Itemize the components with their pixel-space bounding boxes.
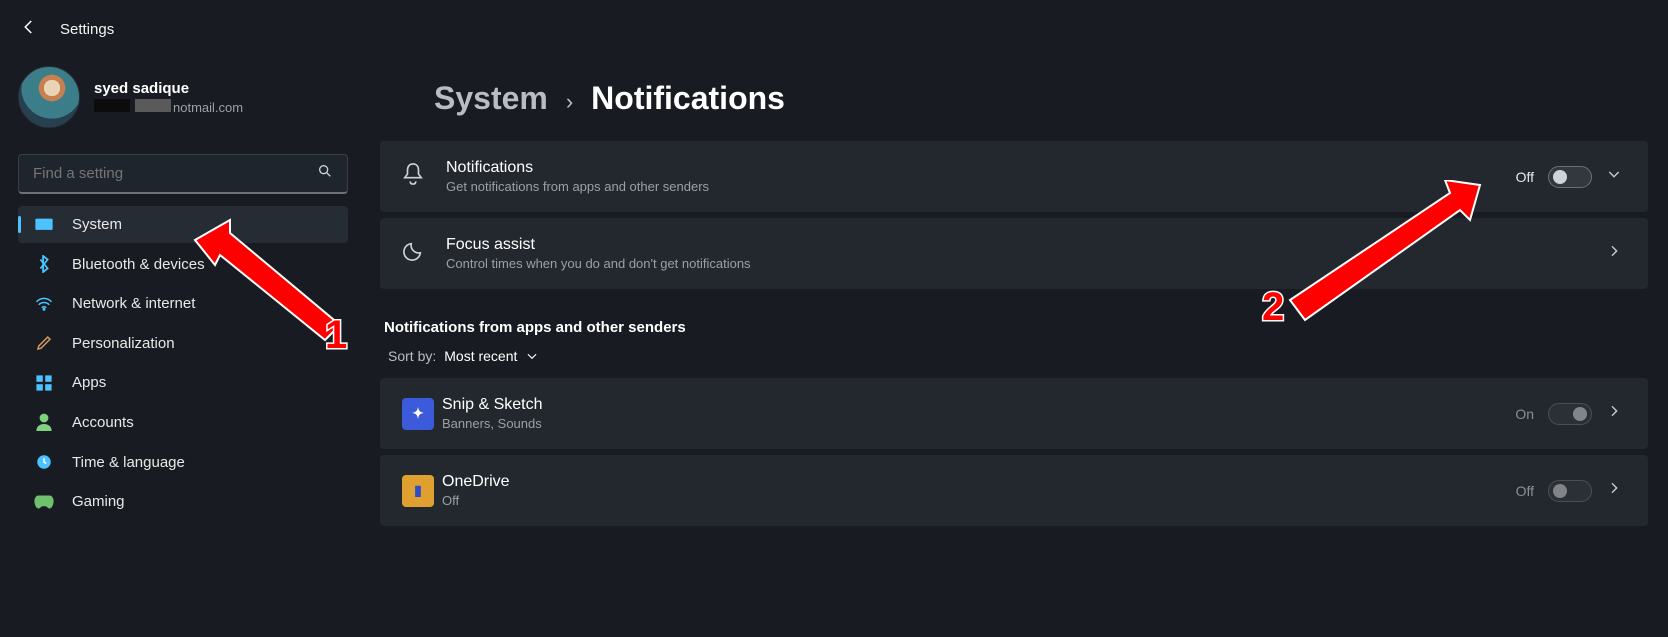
sidebar-item-label: System bbox=[72, 216, 122, 233]
sort-dropdown[interactable]: Most recent bbox=[444, 348, 539, 364]
sidebar-item-apps[interactable]: Apps bbox=[18, 364, 348, 401]
app-sub: Banners, Sounds bbox=[442, 416, 1515, 431]
app-name: OneDrive bbox=[442, 473, 1516, 491]
clock-icon bbox=[34, 453, 54, 471]
sidebar-item-personalization[interactable]: Personalization bbox=[18, 324, 348, 362]
profile-email: notmail.com bbox=[94, 99, 243, 115]
focus-assist-card[interactable]: Focus assist Control times when you do a… bbox=[380, 218, 1648, 289]
brush-icon bbox=[34, 334, 54, 352]
bell-icon bbox=[402, 162, 438, 191]
sidebar-item-bluetooth[interactable]: Bluetooth & devices bbox=[18, 245, 348, 283]
chevron-right-icon[interactable] bbox=[1606, 243, 1626, 264]
sidebar-item-label: Apps bbox=[72, 374, 106, 391]
profile-name: syed sadique bbox=[94, 80, 243, 97]
card-title: Notifications bbox=[446, 159, 1516, 177]
toggle-state-label: On bbox=[1515, 406, 1534, 422]
annotation-number-2: 2 bbox=[1262, 285, 1284, 330]
app-row-onedrive[interactable]: ▮ OneDrive Off Off bbox=[380, 455, 1648, 526]
sidebar-item-label: Bluetooth & devices bbox=[72, 256, 205, 273]
sidebar-item-time[interactable]: Time & language bbox=[18, 443, 348, 481]
bluetooth-icon bbox=[34, 255, 54, 273]
breadcrumb: System › Notifications bbox=[434, 80, 1648, 117]
breadcrumb-parent[interactable]: System bbox=[434, 80, 548, 117]
apps-icon bbox=[34, 375, 54, 391]
sidebar-item-gaming[interactable]: Gaming bbox=[18, 483, 348, 520]
app-title: Settings bbox=[60, 21, 114, 38]
sidebar-item-label: Accounts bbox=[72, 414, 134, 431]
chevron-down-icon[interactable] bbox=[1606, 166, 1626, 187]
sort-row[interactable]: Sort by: Most recent bbox=[388, 348, 1648, 364]
app-sub: Off bbox=[442, 493, 1516, 508]
person-icon bbox=[34, 413, 54, 431]
toggle-state-label: Off bbox=[1516, 169, 1534, 185]
sidebar-item-system[interactable]: System bbox=[18, 206, 348, 243]
sidebar-nav: System Bluetooth & devices Network & int… bbox=[18, 206, 348, 520]
sidebar-item-label: Time & language bbox=[72, 454, 185, 471]
annotation-number-1: 1 bbox=[325, 313, 347, 358]
search-input-wrap[interactable] bbox=[18, 154, 348, 194]
notifications-card[interactable]: Notifications Get notifications from app… bbox=[380, 141, 1648, 212]
sidebar-item-accounts[interactable]: Accounts bbox=[18, 403, 348, 441]
sidebar-item-label: Personalization bbox=[72, 335, 175, 352]
chevron-right-icon[interactable] bbox=[1606, 403, 1626, 424]
app-toggle[interactable] bbox=[1548, 480, 1592, 502]
chevron-right-icon[interactable] bbox=[1606, 480, 1626, 501]
back-button[interactable] bbox=[20, 18, 38, 41]
sort-label: Sort by: bbox=[388, 348, 436, 364]
section-heading: Notifications from apps and other sender… bbox=[384, 319, 1648, 336]
snip-sketch-icon: ✦ bbox=[402, 398, 434, 430]
system-icon bbox=[34, 218, 54, 232]
onedrive-icon: ▮ bbox=[402, 475, 434, 507]
toggle-state-label: Off bbox=[1516, 483, 1534, 499]
wifi-icon bbox=[34, 297, 54, 311]
moon-icon bbox=[402, 240, 438, 267]
card-title: Focus assist bbox=[446, 236, 1606, 254]
app-row-snip[interactable]: ✦ Snip & Sketch Banners, Sounds On bbox=[380, 378, 1648, 449]
notifications-toggle[interactable] bbox=[1548, 166, 1592, 188]
sidebar-item-network[interactable]: Network & internet bbox=[18, 285, 348, 322]
chevron-right-icon: › bbox=[566, 89, 573, 115]
app-toggle[interactable] bbox=[1548, 403, 1592, 425]
card-subtitle: Get notifications from apps and other se… bbox=[446, 179, 1516, 194]
search-input[interactable] bbox=[33, 165, 317, 182]
gamepad-icon bbox=[34, 495, 54, 509]
app-name: Snip & Sketch bbox=[442, 396, 1515, 414]
breadcrumb-current: Notifications bbox=[591, 80, 785, 117]
sidebar-item-label: Gaming bbox=[72, 493, 125, 510]
card-subtitle: Control times when you do and don't get … bbox=[446, 256, 1606, 271]
search-icon bbox=[317, 163, 333, 184]
avatar bbox=[18, 66, 80, 128]
profile-block[interactable]: syed sadique notmail.com bbox=[18, 64, 348, 144]
sidebar-item-label: Network & internet bbox=[72, 295, 195, 312]
